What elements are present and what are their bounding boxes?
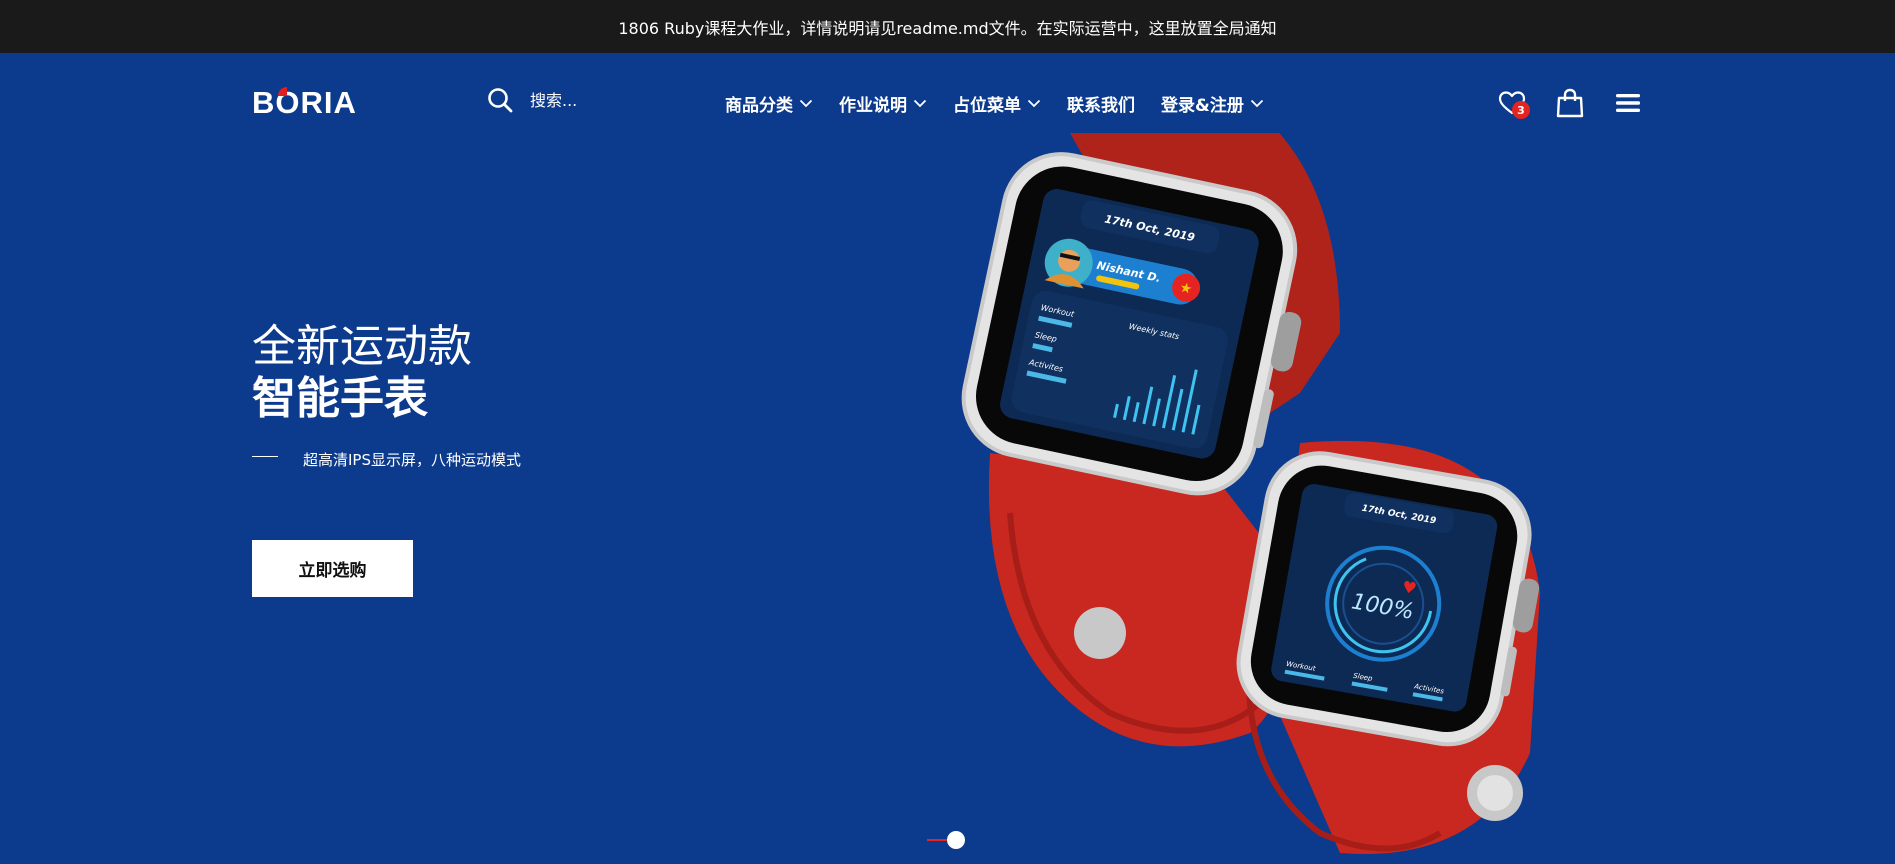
- slider-pagination: [927, 831, 965, 849]
- nav-item-placeholder-menu[interactable]: 占位菜单: [953, 91, 1041, 116]
- nav-item-login-register[interactable]: 登录&注册: [1161, 91, 1264, 116]
- logo-letter-o: O: [275, 85, 301, 120]
- hero-title-line2: 智能手表: [252, 373, 428, 424]
- hamburger-icon: [1615, 92, 1641, 114]
- hero-subtitle: 超高清IPS显示屏，八种运动模式: [303, 451, 521, 469]
- chevron-down-icon: [1027, 99, 1041, 108]
- subtitle-dash: [252, 456, 278, 457]
- search-icon[interactable]: [486, 86, 514, 114]
- header-actions: 3: [1496, 87, 1670, 119]
- hero-title-line1: 全新运动款: [252, 321, 472, 372]
- chevron-down-icon: [913, 99, 927, 108]
- shopping-bag-icon: [1556, 88, 1584, 118]
- nav-item-contact[interactable]: 联系我们: [1067, 91, 1135, 116]
- logo[interactable]: B ORIA: [252, 85, 357, 121]
- wishlist-count-badge: 3: [1512, 101, 1530, 119]
- smartwatch-product-image: 17th Oct, 2019 Nishant D. ★ Workout Slee…: [961, 133, 1540, 854]
- hero-banner: BORIA 商品分类 作业说明 占位菜单 联系我们 登录&注册: [0, 53, 1895, 864]
- global-notice-bar: 1806 Ruby课程大作业，详情说明请见readme.md文件。在实际运营中，…: [0, 0, 1895, 53]
- logo-letters-ria: RIA: [300, 85, 357, 120]
- logo-letter-b: B: [252, 85, 276, 120]
- main-nav: 商品分类 作业说明 占位菜单 联系我们 登录&注册: [725, 91, 1290, 116]
- notice-text: 1806 Ruby课程大作业，详情说明请见readme.md文件。在实际运营中，…: [618, 18, 1277, 38]
- chevron-down-icon: [799, 99, 813, 108]
- nav-item-categories[interactable]: 商品分类: [725, 91, 813, 116]
- shop-now-button[interactable]: 立即选购: [252, 540, 413, 597]
- cart-button[interactable]: [1554, 87, 1586, 119]
- slider-dot-1[interactable]: [947, 831, 965, 849]
- chevron-down-icon: [1250, 99, 1264, 108]
- search-bar: [486, 86, 680, 114]
- search-input[interactable]: [530, 90, 680, 110]
- menu-button[interactable]: [1612, 87, 1644, 119]
- nav-item-assignment[interactable]: 作业说明: [839, 91, 927, 116]
- wishlist-button[interactable]: 3: [1496, 87, 1530, 119]
